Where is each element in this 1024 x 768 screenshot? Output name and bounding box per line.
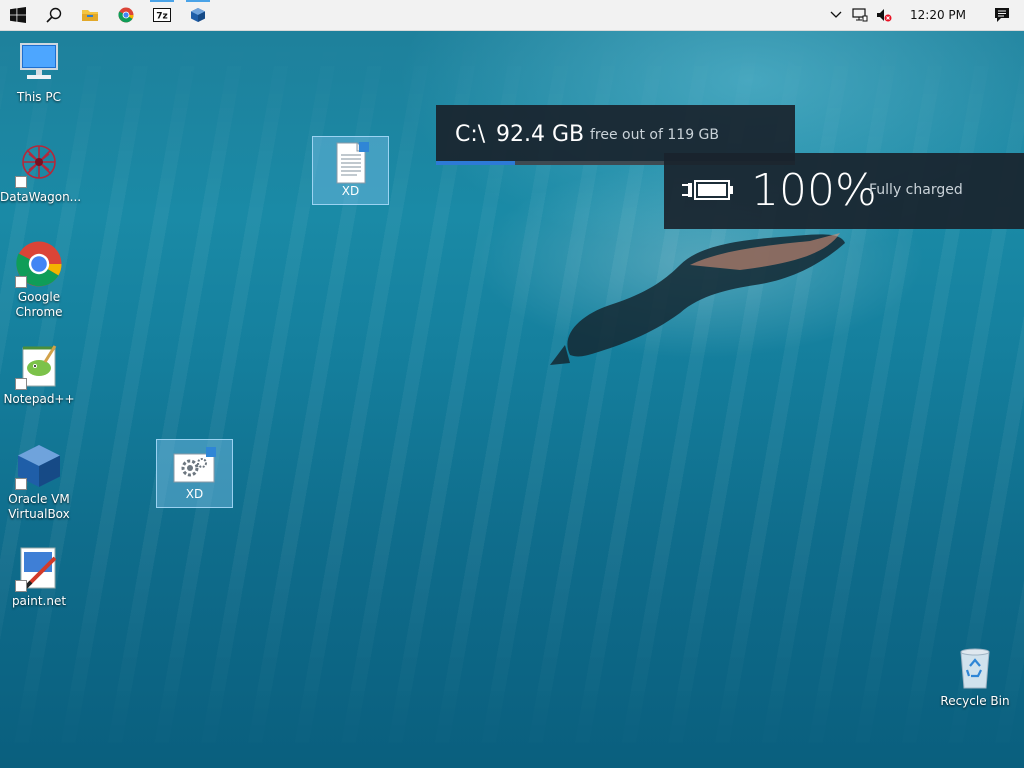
free-space-value: 92.4 GB [496,122,585,147]
folder-icon [82,10,98,21]
drive-letter: C:\ [455,122,486,147]
battery-percent: 100% [751,165,877,216]
svg-text:7z: 7z [156,12,168,22]
chrome-taskbar-button[interactable] [108,0,144,30]
battery-overlay: 100% Fully charged [664,153,1024,229]
chrome-icon [15,240,63,288]
selected-item-label: XD [341,184,360,198]
action-center-icon [995,8,1009,22]
desktop-icon-label: Oracle VM VirtualBox [8,492,70,521]
desktop-icon-recycle-bin[interactable]: Recycle Bin [935,644,1015,709]
disk-usage-fill [436,161,515,165]
desktop-icon-label: Notepad++ [3,392,75,406]
desktop-icon-paintnet[interactable]: paint.net [0,544,78,609]
battery-charging-icon [682,180,733,200]
wallpaper-diver [550,233,845,365]
free-space-description: free out of 119 GB [590,127,720,143]
paintnet-icon [15,544,63,592]
search-button[interactable] [36,0,72,30]
desktop-icon-notepadpp[interactable]: Notepad++ [0,342,78,407]
7zip-icon: 7z [153,8,171,22]
selected-file-xd-text[interactable]: XD [312,136,389,205]
desktop-icon-label: DataWagon... [0,190,82,204]
desktop-icon-this-pc[interactable]: This PC [0,40,78,105]
search-icon [46,7,62,23]
file-explorer-button[interactable] [72,0,108,30]
show-hidden-icons-button[interactable] [824,0,848,30]
7zip-taskbar-button[interactable]: 7z [144,0,180,30]
start-button[interactable] [0,0,36,30]
chevron-up-icon [830,11,842,18]
desktop-icon-virtualbox[interactable]: Oracle VM VirtualBox [0,442,78,522]
datawagon-icon [15,140,63,188]
windows-logo-icon [10,7,26,23]
battery-status: Fully charged [869,182,963,198]
virtualbox-icon [15,442,63,490]
volume-muted-icon [877,9,892,22]
shortcut-arrow-icon [15,176,27,188]
network-tray-button[interactable] [848,0,872,30]
desktop-icon-google-chrome[interactable]: Google Chrome [0,240,78,320]
shortcut-arrow-icon [15,478,27,490]
text-file-icon [336,142,369,184]
desktop-icon-label: Google Chrome [15,290,63,319]
recycle-bin-icon [951,644,999,692]
desktop-icon-label: Recycle Bin [940,694,1010,708]
computer-icon [15,40,63,88]
network-icon [852,8,868,22]
taskbar-clock[interactable]: 12:20 PM [896,8,980,22]
desktop-icon-label: This PC [17,90,61,104]
selected-item-label: XD [185,487,204,501]
shortcut-arrow-icon [15,378,27,390]
chrome-icon [118,7,134,23]
settings-file-icon [173,447,216,483]
action-center-button[interactable] [980,0,1024,30]
notepadpp-icon [15,342,63,390]
selected-file-xd-settings[interactable]: XD [156,439,233,508]
shortcut-arrow-icon [15,276,27,288]
virtualbox-icon [191,8,205,22]
desktop-icon-label: paint.net [11,594,67,608]
taskbar: 7z 12:20 PM [0,0,1024,31]
desktop-icon-datawagon[interactable]: DataWagon... [0,140,82,205]
system-tray: 12:20 PM [824,0,1024,30]
virtualbox-taskbar-button[interactable] [180,0,216,30]
shortcut-arrow-icon [15,580,27,592]
volume-tray-button[interactable] [872,0,896,30]
